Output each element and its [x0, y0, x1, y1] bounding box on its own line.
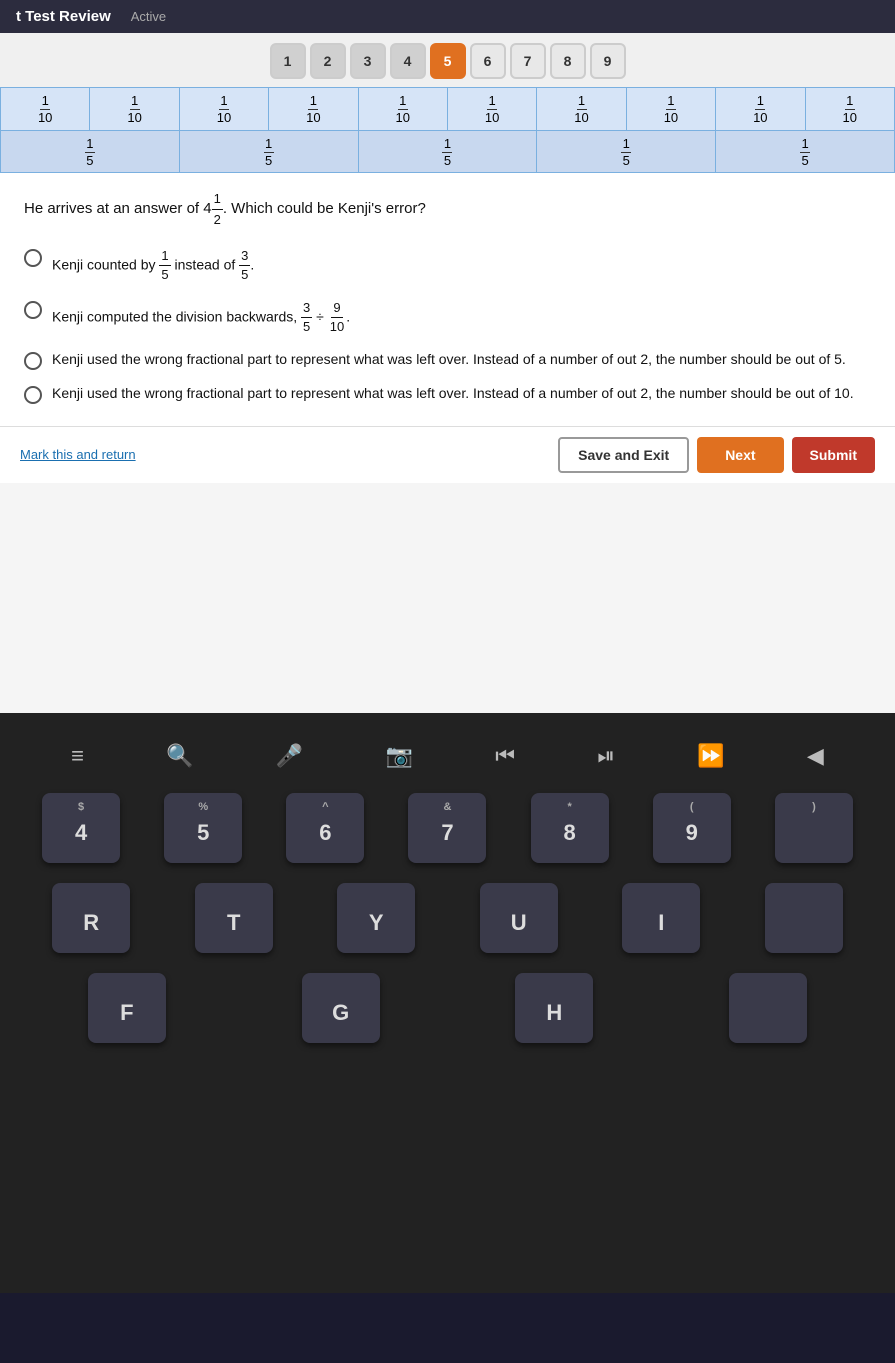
- key-7[interactable]: & 7: [408, 793, 486, 863]
- key-9[interactable]: ( 9: [653, 793, 731, 863]
- question-btn-7[interactable]: 7: [510, 43, 546, 79]
- key-5[interactable]: % 5: [164, 793, 242, 863]
- frac-1-10-10: 110: [843, 94, 857, 126]
- choice-c[interactable]: Kenji used the wrong fractional part to …: [24, 350, 871, 370]
- keyboard-number-row: $ 4 % 5 ^ 6 & 7 * 8 ( 9 ): [20, 793, 875, 863]
- top-bar: t Test Review Active: [0, 0, 895, 33]
- keyboard-icon-row: ≡ 🔍 🎤 📷 ⏮ ⏯ ⏩ ◀: [20, 743, 875, 769]
- frac-1-5-3: 15: [442, 137, 452, 169]
- question-btn-4[interactable]: 4: [390, 43, 426, 79]
- choice-c-label: Kenji used the wrong fractional part to …: [52, 350, 871, 370]
- choice-b-label: Kenji computed the division backwards, 3…: [52, 299, 871, 336]
- frac-1-5-1: 15: [85, 137, 95, 169]
- frac-1-10-3: 110: [217, 94, 231, 126]
- key-u[interactable]: U: [480, 883, 558, 953]
- question-btn-3[interactable]: 3: [350, 43, 386, 79]
- bottom-buttons: Save and Exit Next Submit: [558, 437, 875, 473]
- choice-b[interactable]: Kenji computed the division backwards, 3…: [24, 299, 871, 336]
- keyboard-rtyui-row: R T Y U I: [20, 883, 875, 953]
- key-r[interactable]: R: [52, 883, 130, 953]
- save-exit-button[interactable]: Save and Exit: [558, 437, 689, 473]
- question-btn-9[interactable]: 9: [590, 43, 626, 79]
- play-pause-icon[interactable]: ⏯: [597, 743, 615, 769]
- question-section: He arrives at an answer of 412. Which co…: [0, 173, 895, 426]
- rewind-icon[interactable]: ⏮: [495, 743, 515, 769]
- frac-1-5-5: 15: [800, 137, 810, 169]
- frac-1-10-6: 110: [485, 94, 499, 126]
- key-h[interactable]: H: [515, 973, 593, 1043]
- fraction-table-container: 110 110 110 110 110 110 110 110 110 110 …: [0, 87, 895, 173]
- key-o[interactable]: [765, 883, 843, 953]
- search-icon[interactable]: 🔍: [166, 743, 193, 769]
- frac-1-10-2: 110: [127, 94, 141, 126]
- menu-icon[interactable]: ≡: [71, 743, 84, 769]
- key-t[interactable]: T: [195, 883, 273, 953]
- back-icon[interactable]: ◀: [807, 743, 824, 769]
- bottom-bar: Mark this and return Save and Exit Next …: [0, 426, 895, 483]
- key-6[interactable]: ^ 6: [286, 793, 364, 863]
- camera-icon[interactable]: 📷: [386, 743, 413, 769]
- submit-button[interactable]: Submit: [792, 437, 875, 473]
- radio-d[interactable]: [24, 386, 42, 404]
- key-i[interactable]: I: [622, 883, 700, 953]
- question-btn-2[interactable]: 2: [310, 43, 346, 79]
- frac-1-10-1: 110: [38, 94, 52, 126]
- top-bar-title: t Test Review: [16, 8, 111, 25]
- question-btn-6[interactable]: 6: [470, 43, 506, 79]
- keyboard-area: ≡ 🔍 🎤 📷 ⏮ ⏯ ⏩ ◀ $ 4 % 5 ^ 6 & 7 * 8 (: [0, 713, 895, 1293]
- key-j[interactable]: [729, 973, 807, 1043]
- key-g[interactable]: G: [302, 973, 380, 1043]
- question-text: He arrives at an answer of 412. Which co…: [24, 189, 871, 229]
- mark-return-link[interactable]: Mark this and return: [20, 447, 136, 462]
- question-btn-5[interactable]: 5: [430, 43, 466, 79]
- question-btn-1[interactable]: 1: [270, 43, 306, 79]
- top-bar-status: Active: [131, 9, 166, 24]
- choice-d-label: Kenji used the wrong fractional part to …: [52, 384, 871, 404]
- mic-icon[interactable]: 🎤: [276, 743, 303, 769]
- choice-a-label: Kenji counted by 15 instead of 35.: [52, 247, 871, 284]
- frac-1-10-9: 110: [753, 94, 767, 126]
- frac-1-5-4: 15: [621, 137, 631, 169]
- radio-c[interactable]: [24, 352, 42, 370]
- key-4[interactable]: $ 4: [42, 793, 120, 863]
- fraction-table: 110 110 110 110 110 110 110 110 110 110 …: [0, 87, 895, 173]
- radio-b[interactable]: [24, 301, 42, 319]
- keyboard-fgh-row: F G H: [20, 973, 875, 1043]
- choice-a[interactable]: Kenji counted by 15 instead of 35.: [24, 247, 871, 284]
- question-btn-8[interactable]: 8: [550, 43, 586, 79]
- content-area: 1 2 3 4 5 6 7 8 9 110 110 110 110 110 11…: [0, 33, 895, 713]
- next-button[interactable]: Next: [697, 437, 783, 473]
- key-paren-close[interactable]: ): [775, 793, 853, 863]
- frac-1-10-5: 110: [396, 94, 410, 126]
- frac-1-10-8: 110: [664, 94, 678, 126]
- fastforward-icon[interactable]: ⏩: [697, 743, 724, 769]
- question-nav: 1 2 3 4 5 6 7 8 9: [0, 33, 895, 87]
- key-8[interactable]: * 8: [531, 793, 609, 863]
- radio-a[interactable]: [24, 249, 42, 267]
- choice-d[interactable]: Kenji used the wrong fractional part to …: [24, 384, 871, 404]
- frac-1-10-7: 110: [574, 94, 588, 126]
- frac-1-10-4: 110: [306, 94, 320, 126]
- frac-1-5-2: 15: [264, 137, 274, 169]
- key-f[interactable]: F: [88, 973, 166, 1043]
- key-y[interactable]: Y: [337, 883, 415, 953]
